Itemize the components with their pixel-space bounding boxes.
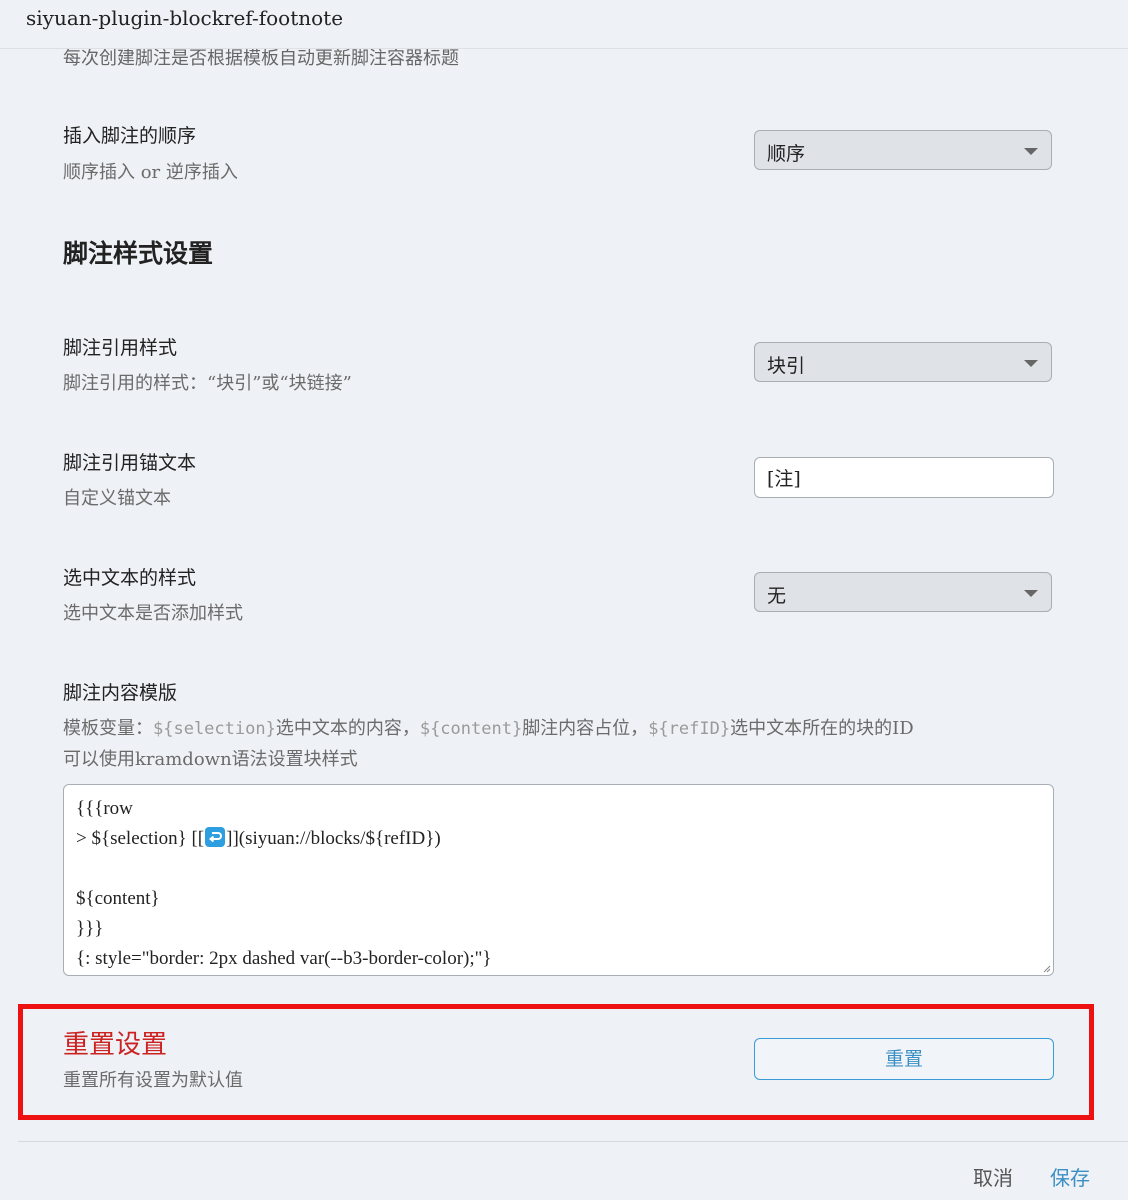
template-line: {{{row xyxy=(76,798,133,819)
style-section-title: 脚注样式设置 xyxy=(63,239,214,268)
template-line: ${content} xyxy=(76,888,160,909)
content-template-label: 脚注内容模版 xyxy=(63,682,178,704)
reset-button[interactable]: 重置 xyxy=(754,1038,1054,1080)
selection-style-value: 无 xyxy=(767,585,787,607)
template-line: {: style="border: 2px dashed var(--b3-bo… xyxy=(76,948,492,969)
anchor-text-input[interactable] xyxy=(754,457,1054,498)
content-template-desc-line2: 可以使用kramdown语法设置块样式 xyxy=(63,749,358,770)
selection-style-label: 选中文本的样式 xyxy=(63,567,197,589)
template-line-part: > ${selection} [[ xyxy=(76,828,205,849)
cancel-button[interactable]: 取消 xyxy=(973,1162,1013,1191)
anchor-text-desc: 自定义锚文本 xyxy=(63,488,171,509)
footer-divider xyxy=(18,1141,1128,1142)
dialog-title: siyuan-plugin-blockref-footnote xyxy=(26,6,344,30)
insert-order-label: 插入脚注的顺序 xyxy=(63,125,197,147)
dialog-header: siyuan-plugin-blockref-footnote xyxy=(0,0,1128,49)
template-line: > ${selection} [[ ]](siyuan://blocks/${re… xyxy=(76,824,1041,854)
template-line: }}} xyxy=(76,918,104,939)
insert-order-value: 顺序 xyxy=(767,143,806,165)
reset-settings-label: 重置设置 xyxy=(63,1030,168,1060)
template-line xyxy=(76,854,1041,884)
selection-style-desc: 选中文本是否添加样式 xyxy=(63,603,243,624)
ref-style-select[interactable]: 块引 xyxy=(754,342,1052,382)
template-var-refid: ${refID} xyxy=(648,719,731,739)
template-desc-mid1: 选中文本的内容， xyxy=(275,718,420,739)
template-var-selection: ${selection} xyxy=(153,719,276,739)
ref-style-label: 脚注引用样式 xyxy=(63,337,178,359)
content-template-desc: 模板变量：${selection}选中文本的内容，${content}脚注内容占… xyxy=(63,714,914,740)
template-var-content: ${content} xyxy=(419,719,523,739)
template-desc-mid2: 脚注内容占位， xyxy=(522,718,649,739)
ref-style-value: 块引 xyxy=(767,355,806,377)
save-button[interactable]: 保存 xyxy=(1050,1162,1090,1191)
ref-style-desc: 脚注引用的样式：“块引”或“块链接” xyxy=(63,373,352,394)
content-template-textarea[interactable]: {{{row > ${selection} [[ ]](siyuan://bloc… xyxy=(63,784,1054,976)
template-desc-end: 选中文本所在的块的ID xyxy=(730,718,914,739)
return-arrow-icon xyxy=(205,827,226,847)
reset-settings-desc: 重置所有设置为默认值 xyxy=(63,1070,243,1091)
anchor-text-label: 脚注引用锚文本 xyxy=(63,452,197,474)
chevron-down-icon xyxy=(1024,360,1038,367)
chevron-down-icon xyxy=(1024,148,1038,155)
template-desc-prefix: 模板变量： xyxy=(63,718,153,739)
insert-order-desc: 顺序插入 or 逆序插入 xyxy=(63,162,238,183)
insert-order-select[interactable]: 顺序 xyxy=(754,130,1052,170)
chevron-down-icon xyxy=(1024,590,1038,597)
selection-style-select[interactable]: 无 xyxy=(754,572,1052,612)
resize-handle-icon[interactable] xyxy=(1041,963,1051,973)
template-line-part: ]](siyuan://blocks/${refID}) xyxy=(226,828,441,849)
